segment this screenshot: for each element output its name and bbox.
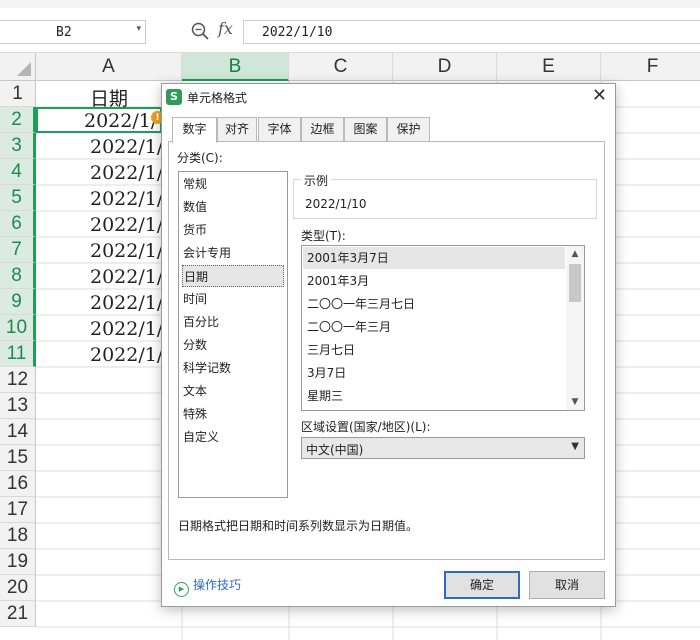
category-item-text[interactable]: 文本 [182, 380, 284, 402]
column-header-d[interactable]: D [393, 53, 497, 81]
row-header-17[interactable]: 17 [0, 497, 36, 523]
category-item-date[interactable]: 日期 [182, 265, 284, 287]
ok-button[interactable]: 确定 [444, 571, 520, 599]
tab-number[interactable]: 数字 [172, 117, 217, 143]
row-header-20[interactable]: 20 [0, 575, 36, 601]
app-logo-icon: S [166, 89, 182, 105]
tips-label: 操作技巧 [193, 578, 242, 592]
row-header-19[interactable]: 19 [0, 549, 36, 575]
column-header-f[interactable]: F [601, 53, 700, 81]
type-item[interactable]: 二〇〇一年三月 [303, 316, 565, 338]
category-item-currency[interactable]: 货币 [182, 219, 284, 241]
function-icon[interactable]: fx [218, 19, 233, 38]
row-header-6[interactable]: 6 [0, 211, 36, 237]
row-header-11[interactable]: 11 [0, 341, 36, 367]
category-item-general[interactable]: 常规 [182, 173, 284, 195]
row-header-12[interactable]: 12 [0, 367, 36, 393]
dialog-title-bar[interactable]: S 单元格格式 ✕ [162, 84, 615, 110]
category-item-custom[interactable]: 自定义 [182, 426, 284, 448]
row-header-15[interactable]: 15 [0, 445, 36, 471]
category-item-time[interactable]: 时间 [182, 288, 284, 310]
category-list[interactable]: 常规 数值 货币 会计专用 日期 时间 百分比 分数 科学记数 文本 特殊 自定… [178, 171, 288, 498]
tips-link[interactable]: ▶ 操作技巧 [174, 576, 241, 597]
scroll-thumb[interactable] [569, 264, 581, 302]
type-item[interactable]: 2001年3月 [303, 270, 565, 292]
column-header-b[interactable]: B [182, 53, 289, 81]
name-box-value: B2 [56, 25, 72, 40]
cell-a6[interactable]: 2022/1/ [90, 214, 163, 236]
zoom-icon[interactable] [190, 21, 210, 41]
category-item-percentage[interactable]: 百分比 [182, 311, 284, 333]
category-label: 分类(C): [177, 151, 223, 165]
dropdown-arrow-icon: ▼ [571, 441, 579, 452]
formula-input[interactable]: 2022/1/10 [243, 20, 700, 44]
cell-a11[interactable]: 2022/1/ [90, 344, 163, 366]
type-item[interactable]: 2001年3月7日 [303, 247, 565, 269]
tab-protection[interactable]: 保护 [387, 117, 430, 141]
row-header-3[interactable]: 3 [0, 133, 36, 159]
select-all-corner[interactable] [0, 53, 36, 81]
type-item[interactable]: 二〇〇一年三月七日 [303, 293, 565, 315]
column-header-a[interactable]: A [36, 53, 182, 81]
row-header-5[interactable]: 5 [0, 185, 36, 211]
row-header-13[interactable]: 13 [0, 393, 36, 419]
cell-a10[interactable]: 2022/1/ [90, 318, 163, 340]
name-box[interactable]: B2 ▾ [0, 20, 146, 44]
row-header-1[interactable]: 1 [0, 81, 36, 107]
row-header-7[interactable]: 7 [0, 237, 36, 263]
row-header-10[interactable]: 10 [0, 315, 36, 341]
tab-border[interactable]: 边框 [301, 117, 344, 141]
cancel-button[interactable]: 取消 [529, 571, 605, 599]
type-item[interactable]: 3月7日 [303, 362, 565, 384]
format-cells-dialog: S 单元格格式 ✕ 数字 对齐 字体 边框 图案 保护 分类(C): 常规 数值… [161, 83, 616, 607]
close-icon[interactable]: ✕ [592, 86, 607, 106]
row-header-14[interactable]: 14 [0, 419, 36, 445]
type-list-scrollbar[interactable]: ▲ ▼ [566, 246, 584, 410]
category-item-number[interactable]: 数值 [182, 196, 284, 218]
category-item-accounting[interactable]: 会计专用 [182, 242, 284, 264]
row-header-9[interactable]: 9 [0, 289, 36, 315]
type-item[interactable]: 三月七日 [303, 339, 565, 361]
column-header-c[interactable]: C [289, 53, 393, 81]
column-header-e[interactable]: E [497, 53, 601, 81]
cell-a5[interactable]: 2022/1/ [90, 188, 163, 210]
dropdown-arrow-icon[interactable]: ▾ [136, 24, 141, 34]
row-header-21[interactable]: 21 [0, 601, 36, 627]
row-header-16[interactable]: 16 [0, 471, 36, 497]
category-item-special[interactable]: 特殊 [182, 403, 284, 425]
dialog-title: 单元格格式 [187, 91, 248, 105]
tab-font[interactable]: 字体 [258, 117, 301, 141]
category-item-fraction[interactable]: 分数 [182, 334, 284, 356]
type-list[interactable]: 2001年3月7日 2001年3月 二〇〇一年三月七日 二〇〇一年三月 三月七日… [301, 245, 585, 411]
locale-label: 区域设置(国家/地区)(L): [301, 420, 431, 434]
active-cell-outline [36, 107, 162, 133]
type-label: 类型(T): [301, 229, 346, 243]
category-item-scientific[interactable]: 科学记数 [182, 357, 284, 379]
play-circle-icon: ▶ [174, 582, 189, 597]
row-header-4[interactable]: 4 [0, 159, 36, 185]
cell-a8[interactable]: 2022/1/ [90, 266, 163, 288]
locale-select[interactable]: 中文(中国) ▼ [301, 437, 585, 459]
row-header-8[interactable]: 8 [0, 263, 36, 289]
sample-value: 2022/1/10 [305, 197, 367, 211]
row-header-18[interactable]: 18 [0, 523, 36, 549]
sample-legend: 示例 [301, 172, 332, 189]
cell-a9[interactable]: 2022/1/ [90, 292, 163, 314]
formula-value: 2022/1/10 [262, 25, 333, 40]
locale-value: 中文(中国) [306, 443, 364, 457]
cell-a7[interactable]: 2022/1/ [90, 240, 163, 262]
formula-bar: B2 ▾ fx 2022/1/10 [0, 8, 700, 53]
tab-alignment[interactable]: 对齐 [217, 117, 257, 141]
scroll-down-icon[interactable]: ▼ [566, 394, 584, 410]
tab-patterns[interactable]: 图案 [344, 117, 387, 141]
scroll-up-icon[interactable]: ▲ [566, 246, 584, 262]
row-header-2[interactable]: 2 [0, 107, 36, 133]
cell-a3[interactable]: 2022/1/ [90, 136, 163, 158]
cell-a4[interactable]: 2022/1/ [90, 162, 163, 184]
type-item[interactable]: 星期三 [303, 385, 565, 407]
category-description: 日期格式把日期和时间系列数显示为日期值。 [178, 519, 419, 533]
